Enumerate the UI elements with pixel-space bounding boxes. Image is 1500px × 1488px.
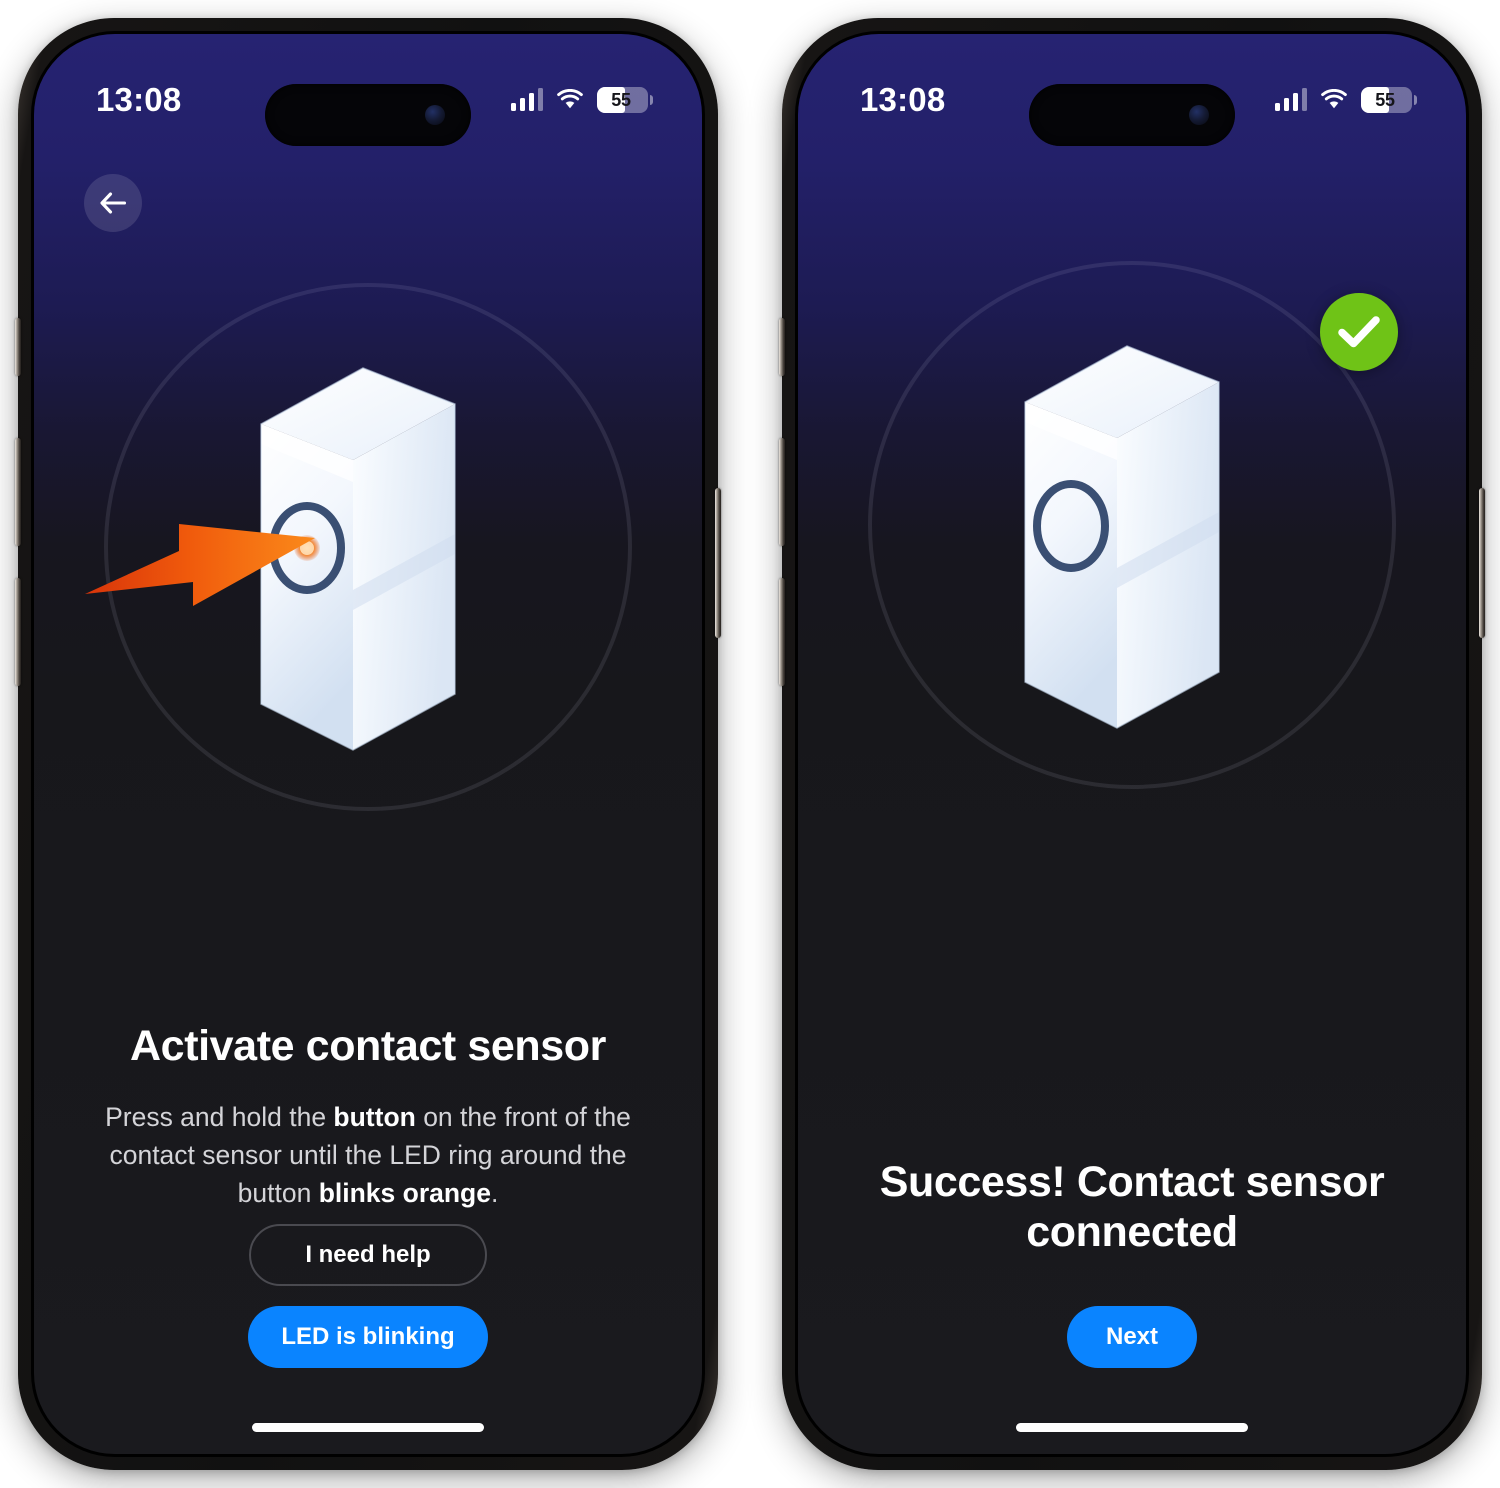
phone-mockup-right: 13:08 55 Success! Contact sensor connect…: [779, 18, 1485, 1470]
dynamic-island: [265, 84, 471, 146]
text-block-success: Success! Contact sensor connected: [798, 1157, 1466, 1258]
page-title: Activate contact sensor: [130, 1021, 606, 1070]
home-indicator[interactable]: [1016, 1423, 1248, 1432]
volume-up-button-hardware[interactable]: [779, 438, 785, 546]
screen-activate: 13:08 55 Activate contact sensor Press a…: [34, 34, 702, 1454]
front-camera-icon: [425, 105, 445, 125]
action-button-hardware[interactable]: [779, 318, 785, 376]
i-need-help-button[interactable]: I need help: [249, 1224, 487, 1286]
battery-icon: 55: [597, 87, 653, 113]
power-button-hardware[interactable]: [715, 488, 721, 638]
green-check-badge-icon: [1320, 293, 1398, 371]
desc-part-1: Press and hold the: [105, 1101, 334, 1132]
next-button[interactable]: Next: [1067, 1306, 1197, 1368]
signal-bars-icon: [1274, 88, 1307, 111]
phone-mockup-left: 13:08 55 Activate contact sensor Press a…: [15, 18, 721, 1470]
contact-sensor-device: [85, 332, 533, 762]
action-buttons-success: Next: [798, 1306, 1466, 1368]
battery-icon: 55: [1361, 87, 1417, 113]
illustration-area-activate: [34, 152, 702, 942]
illustration-area-success: [798, 130, 1466, 920]
status-time: 13:08: [860, 81, 946, 118]
desc-part-3: .: [490, 1177, 499, 1208]
back-arrow-icon: [100, 192, 127, 214]
home-indicator[interactable]: [252, 1423, 484, 1432]
wifi-icon: [1320, 89, 1348, 111]
led-is-blinking-button[interactable]: LED is blinking: [248, 1306, 488, 1368]
screen-success: 13:08 55 Success! Contact sensor connect…: [798, 34, 1466, 1454]
battery-percent: 55: [1375, 89, 1395, 110]
front-camera-icon: [1189, 105, 1209, 125]
back-button[interactable]: [84, 174, 142, 232]
power-button-hardware[interactable]: [1479, 488, 1485, 638]
volume-down-button-hardware[interactable]: [15, 578, 21, 686]
wifi-icon: [556, 89, 584, 111]
phone-bezel: 13:08: [795, 31, 1469, 1457]
phone-bezel: 13:08: [31, 31, 705, 1457]
status-icons: 55: [1274, 87, 1417, 113]
action-buttons-activate: I need help LED is blinking: [34, 1224, 702, 1368]
desc-bold-blinks-orange: blinks orange: [318, 1177, 491, 1208]
text-block-activate: Activate contact sensor Press and hold t…: [34, 1021, 702, 1212]
status-icons: 55: [510, 87, 653, 113]
dynamic-island: [1029, 84, 1235, 146]
desc-bold-button: button: [333, 1101, 416, 1132]
signal-bars-icon: [510, 88, 543, 111]
screenshot-stage: 13:08 55 Activate contact sensor Press a…: [0, 0, 1500, 1488]
status-time: 13:08: [96, 81, 182, 118]
volume-down-button-hardware[interactable]: [779, 578, 785, 686]
page-title: Success! Contact sensor connected: [879, 1157, 1385, 1257]
volume-up-button-hardware[interactable]: [15, 438, 21, 546]
page-description: Press and hold the button on the front o…: [78, 1098, 658, 1212]
battery-percent: 55: [611, 89, 631, 110]
action-button-hardware[interactable]: [15, 318, 21, 376]
contact-sensor-device: [967, 310, 1297, 740]
